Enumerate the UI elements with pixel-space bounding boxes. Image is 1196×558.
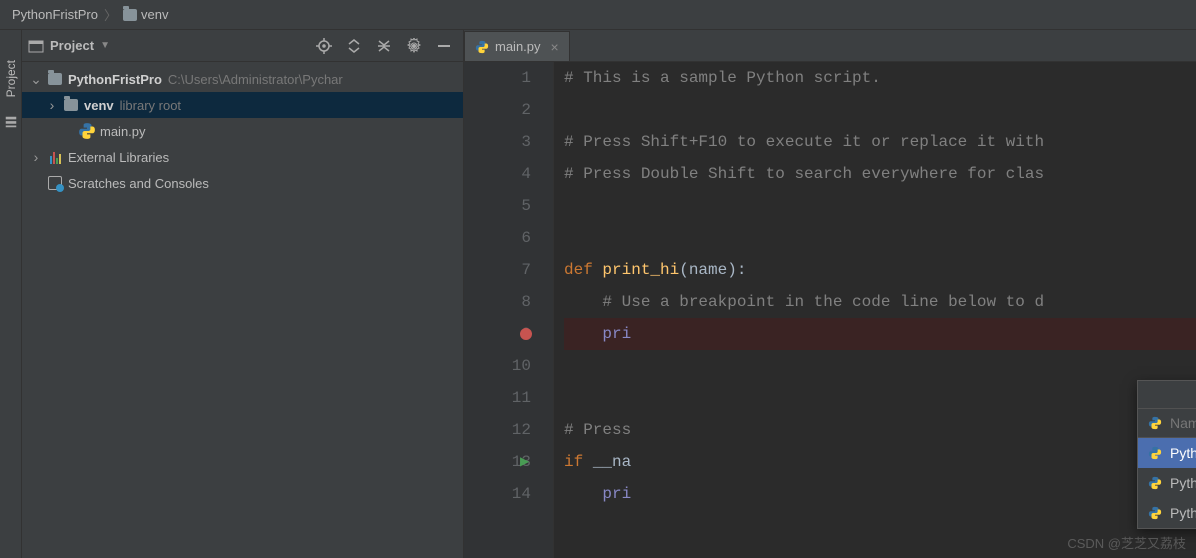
tree-root[interactable]: PythonFristPro C:\Users\Administrator\Py… <box>22 66 463 92</box>
run-gutter-icon[interactable]: ▶ <box>520 446 529 478</box>
scratches-icon <box>46 176 64 190</box>
rail-tab-project[interactable]: Project <box>4 60 18 97</box>
tree-node-venv[interactable]: venv library root <box>22 92 463 118</box>
line-number[interactable]: 6 <box>464 222 553 254</box>
project-view-dropdown[interactable]: Project ▼ <box>28 38 309 54</box>
line-number[interactable]: 5 <box>464 190 553 222</box>
chevron-right-icon[interactable] <box>46 97 58 113</box>
python-file-icon <box>1148 506 1162 520</box>
folder-icon <box>123 9 137 21</box>
breadcrumb-root[interactable]: PythonFristPro <box>12 7 98 22</box>
file-name-input[interactable] <box>1170 415 1196 431</box>
breakpoint-icon[interactable] <box>520 328 532 340</box>
tree-hint: library root <box>120 98 181 113</box>
line-number[interactable]: 10 <box>464 350 553 382</box>
code-text[interactable]: # This is a sample Python script. # Pres… <box>554 62 1196 558</box>
line-number[interactable]: 9 <box>464 318 553 350</box>
chevron-right-icon[interactable] <box>30 149 42 165</box>
line-number[interactable]: 11 <box>464 382 553 414</box>
chevron-down-icon: ▼ <box>100 40 110 51</box>
line-number[interactable]: 3 <box>464 126 553 158</box>
python-file-icon <box>78 122 96 140</box>
project-panel-header: Project ▼ <box>22 30 463 62</box>
libraries-icon <box>46 150 64 164</box>
left-tool-rail: Project <box>0 30 22 558</box>
popup-option-python-file[interactable]: Python file <box>1138 438 1196 468</box>
new-file-popup: New Python file Python file Python unit … <box>1137 380 1196 529</box>
expand-all-button[interactable] <box>345 37 363 55</box>
popup-option-python-unit-test[interactable]: Python unit test <box>1138 468 1196 498</box>
project-panel: Project ▼ PythonFristPro C:\Users\Admini… <box>22 30 464 558</box>
tree-node-main[interactable]: main.py <box>22 118 463 144</box>
breadcrumb-folder-label: venv <box>141 7 168 22</box>
line-number[interactable]: 13▶ <box>464 446 553 478</box>
chevron-down-icon[interactable] <box>30 71 42 88</box>
line-number[interactable]: 4 <box>464 158 553 190</box>
structure-icon[interactable] <box>4 115 18 129</box>
popup-name-input-row[interactable] <box>1138 409 1196 438</box>
chevron-right-icon: 〉 <box>104 5 117 24</box>
editor-tab-bar: main.py × <box>464 30 1196 62</box>
tree-node-scratches[interactable]: Scratches and Consoles <box>22 170 463 196</box>
locate-button[interactable] <box>315 37 333 55</box>
gutter[interactable]: 1 2 3 4 5 6 7 8 9 10 11 12 13▶ 14 <box>464 62 554 558</box>
python-file-icon <box>1148 476 1162 490</box>
line-number[interactable]: 14 <box>464 478 553 510</box>
hide-button[interactable] <box>435 37 453 55</box>
python-file-icon <box>1148 446 1162 460</box>
breadcrumb: PythonFristPro 〉 venv <box>0 0 1196 30</box>
python-file-icon <box>475 40 489 54</box>
popup-option-label: Python file <box>1170 445 1196 461</box>
editor-tab-main[interactable]: main.py × <box>464 31 570 61</box>
popup-title: New Python file <box>1138 381 1196 409</box>
folder-icon <box>46 73 64 85</box>
collapse-all-button[interactable] <box>375 37 393 55</box>
tree-label: External Libraries <box>68 150 169 165</box>
tree-hint: C:\Users\Administrator\Pychar <box>168 72 343 87</box>
line-number[interactable]: 12 <box>464 414 553 446</box>
tab-label: main.py <box>495 39 541 54</box>
popup-option-python-stub[interactable]: Python stub <box>1138 498 1196 528</box>
project-icon <box>28 38 44 54</box>
code-editor[interactable]: 1 2 3 4 5 6 7 8 9 10 11 12 13▶ 14 # This… <box>464 62 1196 558</box>
editor-area: main.py × 1 2 3 4 5 6 7 8 9 10 11 12 13▶… <box>464 30 1196 558</box>
settings-button[interactable] <box>405 37 423 55</box>
tree-label: Scratches and Consoles <box>68 176 209 191</box>
line-number[interactable]: 1 <box>464 62 553 94</box>
folder-icon <box>62 99 80 111</box>
project-tree: PythonFristPro C:\Users\Administrator\Py… <box>22 62 463 558</box>
breadcrumb-folder[interactable]: venv <box>123 7 168 22</box>
tree-label: venv <box>84 98 114 113</box>
watermark: CSDN @芝芝又荔枝 <box>1067 533 1186 552</box>
panel-title-label: Project <box>50 38 94 53</box>
line-number[interactable]: 7 <box>464 254 553 286</box>
tree-node-external-libs[interactable]: External Libraries <box>22 144 463 170</box>
python-file-icon <box>1148 416 1162 430</box>
line-number[interactable]: 2 <box>464 94 553 126</box>
line-number[interactable]: 8 <box>464 286 553 318</box>
popup-option-label: Python unit test <box>1170 475 1196 491</box>
tree-label: PythonFristPro <box>68 72 162 87</box>
popup-option-label: Python stub <box>1170 505 1196 521</box>
close-icon[interactable]: × <box>551 39 559 55</box>
tree-label: main.py <box>100 124 146 139</box>
